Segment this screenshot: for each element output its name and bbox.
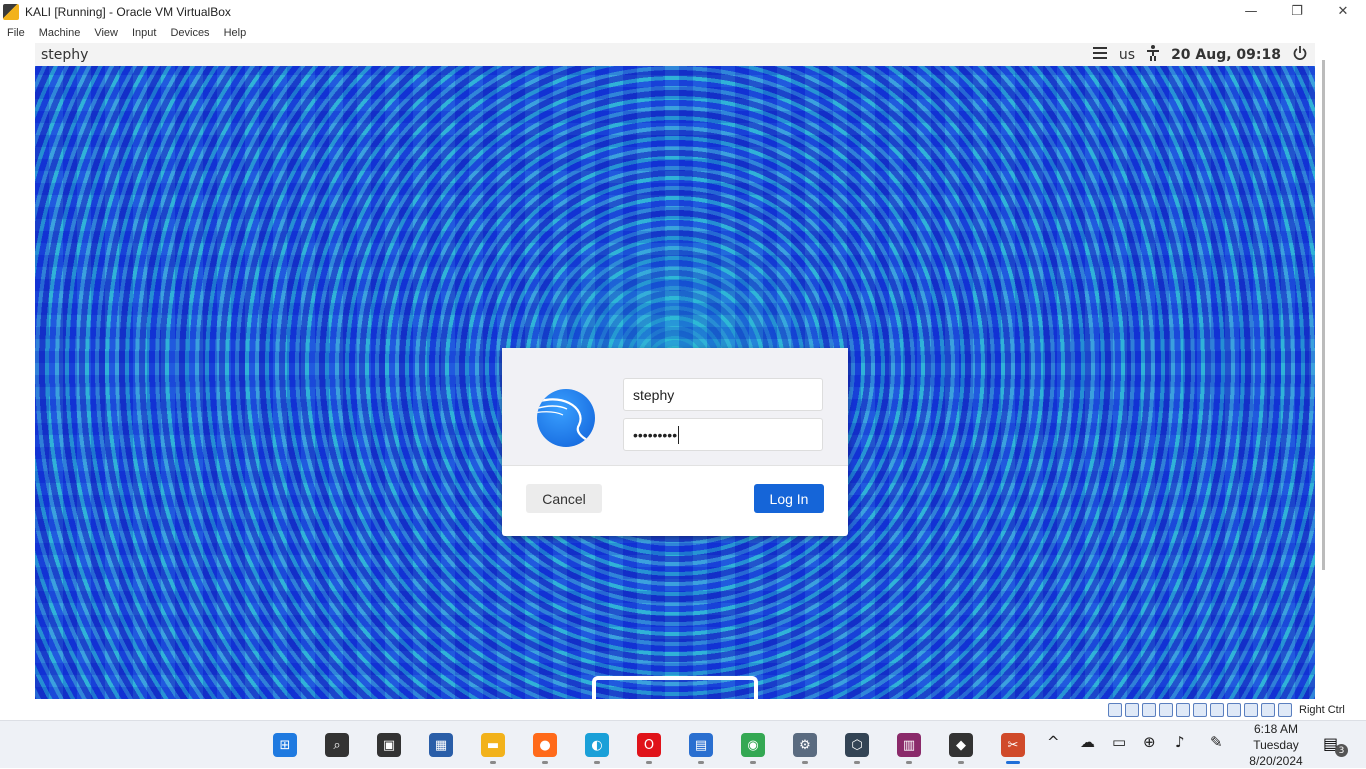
- running-indicator: [646, 761, 652, 764]
- chevron-up-icon[interactable]: ^: [1047, 733, 1060, 751]
- vmware-icon[interactable]: ⬡: [845, 733, 869, 757]
- host-scrollbar[interactable]: [1322, 60, 1325, 570]
- running-indicator: [750, 761, 756, 764]
- running-indicator: [542, 761, 548, 764]
- globe-icon[interactable]: ⊕: [1143, 733, 1156, 751]
- window-title: KALI [Running] - Oracle VM VirtualBox: [25, 4, 231, 19]
- password-field[interactable]: •••••••••: [623, 418, 823, 451]
- restore-button[interactable]: ❐: [1274, 0, 1320, 23]
- battery-icon[interactable]: ▭: [1112, 733, 1126, 751]
- guest-clock[interactable]: 20 Aug, 09:18: [1171, 47, 1281, 63]
- clock-day: Tuesday: [1253, 738, 1299, 752]
- snipping-tool-icon[interactable]: ✂: [1001, 733, 1025, 757]
- network-icon[interactable]: [1159, 703, 1173, 717]
- windows-taskbar: ⊞ ⌕ ▣ ▦ ▬ ● ◐ O ▤ ◉ ⚙ ⬡ ▥ ◆ ✂ ^ ☁ ▭ ⊕ ♪ ✎ 6:18 AM Tues…: [0, 720, 1366, 768]
- cpu-icon[interactable]: [1244, 703, 1258, 717]
- running-indicator: [698, 761, 704, 764]
- volume-icon[interactable]: ♪: [1175, 733, 1185, 751]
- pen-icon[interactable]: ✎: [1210, 733, 1223, 751]
- text-caret: [678, 425, 680, 444]
- menu-input[interactable]: Input: [125, 27, 163, 39]
- chrome-icon[interactable]: ◉: [741, 733, 765, 757]
- close-button[interactable]: ✕: [1320, 0, 1366, 23]
- running-indicator: [854, 761, 860, 764]
- task-view-icon[interactable]: ▣: [377, 733, 401, 757]
- keyboard-layout[interactable]: us: [1119, 47, 1135, 63]
- display-icon[interactable]: [1210, 703, 1224, 717]
- recording-icon[interactable]: [1227, 703, 1241, 717]
- username-field[interactable]: stephy: [623, 378, 823, 411]
- edge-icon[interactable]: ◐: [585, 733, 609, 757]
- vbox-status-bar: Right Ctrl: [1108, 701, 1345, 719]
- login-dialog: stephy ••••••••• Cancel Log In: [502, 348, 848, 536]
- guest-bottom-panel-outline: [592, 676, 758, 699]
- opera-icon[interactable]: O: [637, 733, 661, 757]
- store-icon[interactable]: ▤: [689, 733, 713, 757]
- accessibility-icon[interactable]: [1147, 44, 1160, 65]
- running-indicator: [490, 761, 496, 764]
- kali-logo-icon: [537, 389, 595, 447]
- virtualbox-app-icon: [3, 3, 19, 20]
- keyboard-icon[interactable]: [1278, 703, 1292, 717]
- cancel-button[interactable]: Cancel: [526, 484, 602, 513]
- running-indicator: [1006, 761, 1020, 764]
- shared-folder-icon[interactable]: [1193, 703, 1207, 717]
- menu-machine[interactable]: Machine: [32, 27, 88, 39]
- clock-date: 8/20/2024: [1249, 754, 1303, 768]
- notification-badge: 3: [1335, 744, 1348, 757]
- hamburger-icon[interactable]: [1092, 46, 1107, 63]
- cloud-icon[interactable]: ☁: [1080, 733, 1095, 751]
- running-indicator: [802, 761, 808, 764]
- minimize-button[interactable]: —: [1228, 0, 1274, 23]
- virtualbox-icon[interactable]: ◆: [949, 733, 973, 757]
- optical-icon[interactable]: [1125, 703, 1139, 717]
- audio-icon[interactable]: [1142, 703, 1156, 717]
- guest-top-panel: stephy us 20 Aug, 09:18: [35, 43, 1315, 66]
- settings-icon[interactable]: ⚙: [793, 733, 817, 757]
- running-indicator: [594, 761, 600, 764]
- search-icon[interactable]: ⌕: [325, 733, 349, 757]
- host-key-label: Right Ctrl: [1299, 704, 1345, 716]
- file-explorer-icon[interactable]: ▬: [481, 733, 505, 757]
- start-icon[interactable]: ⊞: [273, 733, 297, 757]
- winrar-icon[interactable]: ▥: [897, 733, 921, 757]
- menu-file[interactable]: File: [0, 27, 32, 39]
- usb-icon[interactable]: [1176, 703, 1190, 717]
- guest-session-user: stephy: [41, 46, 89, 63]
- mouse-integration-icon[interactable]: [1261, 703, 1275, 717]
- login-button[interactable]: Log In: [754, 484, 824, 513]
- taskbar-clock[interactable]: 6:18 AM Tuesday 8/20/2024: [1240, 721, 1312, 769]
- power-icon[interactable]: [1293, 45, 1307, 64]
- notification-icon[interactable]: ▤ 3: [1323, 734, 1348, 757]
- menu-view[interactable]: View: [87, 27, 125, 39]
- guest-screen[interactable]: stephy us 20 Aug, 09:18 stephy •••••••••…: [35, 43, 1315, 699]
- menu-devices[interactable]: Devices: [163, 27, 216, 39]
- menu-help[interactable]: Help: [217, 27, 254, 39]
- running-indicator: [906, 761, 912, 764]
- host-title-bar: KALI [Running] - Oracle VM VirtualBox — …: [0, 0, 1366, 23]
- password-value: •••••••••: [633, 426, 678, 443]
- host-menu-bar: File Machine View Input Devices Help: [0, 23, 1366, 43]
- running-indicator: [958, 761, 964, 764]
- clock-time: 6:18 AM: [1253, 722, 1299, 736]
- widgets-icon[interactable]: ▦: [429, 733, 453, 757]
- hdd-icon[interactable]: [1108, 703, 1122, 717]
- firefox-icon[interactable]: ●: [533, 733, 557, 757]
